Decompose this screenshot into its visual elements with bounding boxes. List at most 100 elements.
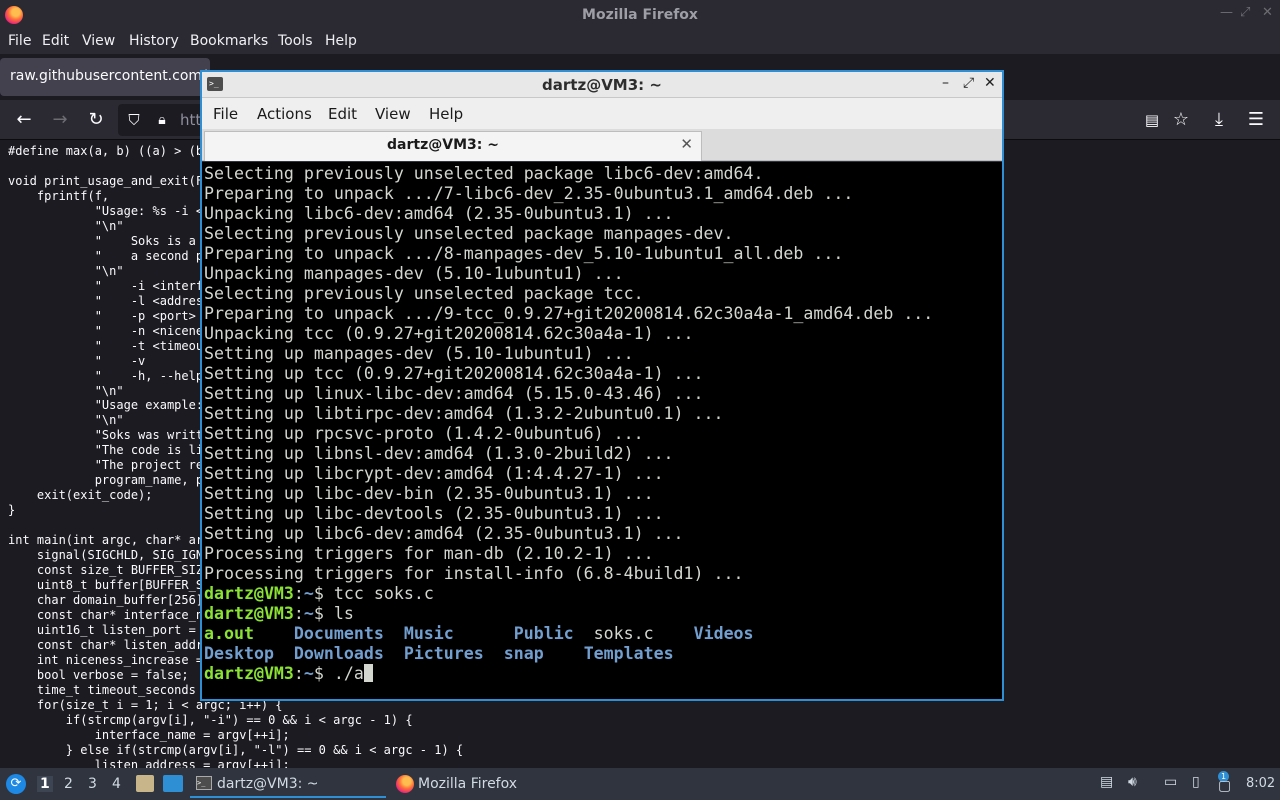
terminal-output: Selecting previously unselected package … <box>204 164 933 684</box>
ls-entry: a.out <box>204 624 254 643</box>
menu-edit[interactable]: Edit <box>328 105 357 123</box>
terminal-window: >_ dartz@VM3: ~ – ⤢ ✕ File Actions Edit … <box>200 70 1004 701</box>
code-line: listen_address = argv[++i]; <box>8 757 290 768</box>
terminal-screen[interactable]: Selecting previously unselected package … <box>202 162 1002 699</box>
terminal-output-line: Setting up linux-libc-dev:amd64 (5.15.0-… <box>204 384 704 403</box>
menu-edit[interactable]: Edit <box>42 33 69 49</box>
taskbar-task-label: dartz@VM3: ~ <box>217 776 319 792</box>
ls-entry: Templates <box>583 644 674 663</box>
prompt-user-host: dartz@VM3 <box>204 664 294 683</box>
terminal-output-line: Selecting previously unselected package … <box>204 164 764 183</box>
menu-help[interactable]: Help <box>429 105 463 123</box>
menu-actions[interactable]: Actions <box>257 105 312 123</box>
terminal-window-title: dartz@VM3: ~ <box>542 76 662 94</box>
updates-icon[interactable]: ▢ <box>1218 778 1231 794</box>
menu-history[interactable]: History <box>129 33 179 49</box>
terminal-output-line: Setting up libcrypt-dev:amd64 (1:4.4.27-… <box>204 464 664 483</box>
ls-entry: Downloads <box>293 644 384 663</box>
volume-icon[interactable]: 🔊︎ <box>1128 774 1137 790</box>
tab-close-icon[interactable]: ✕ <box>680 135 693 153</box>
forward-icon[interactable]: → <box>48 108 72 132</box>
url-text: htt <box>180 111 202 129</box>
bookmark-star-icon[interactable]: ☆ <box>1169 108 1193 132</box>
menu-file[interactable]: File <box>8 33 31 49</box>
terminal-output-line: Unpacking libc6-dev:amd64 (2.35-0ubuntu3… <box>204 204 674 223</box>
ls-entry: Documents <box>293 624 384 643</box>
menu-view[interactable]: View <box>375 105 411 123</box>
menu-tools[interactable]: Tools <box>278 33 313 49</box>
terminal-output-line: Preparing to unpack .../9-tcc_0.9.27+git… <box>204 304 934 323</box>
ls-output-row: Desktop Downloads Pictures snap Template… <box>204 644 933 664</box>
terminal-output-line: Processing triggers for man-db (2.10.2-1… <box>204 544 654 563</box>
terminal-output-line: Unpacking manpages-dev (5.10-1ubuntu1) .… <box>204 264 624 283</box>
tracking-shield-icon[interactable]: ⛉ <box>122 108 146 132</box>
minimize-icon[interactable]: – <box>942 75 949 91</box>
workspace-2[interactable]: 2 <box>64 776 73 792</box>
terminal-output-line: Setting up tcc (0.9.27+git20200814.62c30… <box>204 364 704 383</box>
menu-bookmarks[interactable]: Bookmarks <box>190 33 268 49</box>
terminal-output-line: Processing triggers for install-info (6.… <box>204 564 744 583</box>
minimize-icon[interactable]: — <box>1220 5 1233 20</box>
firefox-titlebar: Mozilla Firefox — ⤢ ✕ <box>0 0 1280 30</box>
terminal-output-line: Setting up libc6-dev:amd64 (2.35-0ubuntu… <box>204 524 684 543</box>
reader-view-icon[interactable]: ▤ <box>1140 108 1164 132</box>
ls-entry: Music <box>403 624 454 643</box>
terminal-icon: >_ <box>196 776 212 790</box>
taskbar-task-terminal[interactable]: >_ dartz@VM3: ~ <box>190 770 386 798</box>
maximize-icon[interactable]: ⤢ <box>1240 5 1250 20</box>
terminal-tab-label: dartz@VM3: ~ <box>387 137 499 153</box>
prompt-user-host: dartz@VM3 <box>204 584 294 603</box>
terminal-output-line: Preparing to unpack .../7-libc6-dev_2.35… <box>204 184 854 203</box>
browser-tab[interactable]: raw.githubusercontent.com/ <box>0 58 210 96</box>
prompt-command: ./a <box>333 664 364 683</box>
ls-entry: Pictures <box>403 644 484 663</box>
code-line: interface_name = argv[++i]; <box>8 727 290 742</box>
maximize-icon[interactable]: ⤢ <box>963 75 974 91</box>
ls-entry: snap <box>503 644 544 663</box>
menu-view[interactable]: View <box>82 33 115 49</box>
terminal-output-line: Setting up rpcsvc-proto (1.4.2-0ubuntu6)… <box>204 424 644 443</box>
taskbar-task-firefox[interactable]: Mozilla Firefox <box>392 770 552 798</box>
code-line: } else if(strcmp(argv[i], "-l") == 0 && … <box>8 742 464 757</box>
prompt-colon: : <box>293 604 304 623</box>
app-menu-icon[interactable]: ☰ <box>1244 108 1268 132</box>
terminal-output-line: Selecting previously unselected package … <box>204 284 644 303</box>
workspace-4[interactable]: 4 <box>112 776 121 792</box>
workspace-1[interactable]: 1 <box>37 776 53 792</box>
taskbar-task-label: Mozilla Firefox <box>418 776 518 792</box>
terminal-titlebar[interactable]: >_ dartz@VM3: ~ – ⤢ ✕ <box>202 72 1002 98</box>
menu-help[interactable]: Help <box>325 33 357 49</box>
clipboard-icon[interactable]: ▤ <box>1100 774 1113 790</box>
terminal-output-line: Setting up libc-dev-bin (2.35-0ubuntu3.1… <box>204 484 654 503</box>
downloads-icon[interactable]: ⤓ <box>1207 108 1231 132</box>
terminal-output-line: Setting up manpages-dev (5.10-1ubuntu1) … <box>204 344 634 363</box>
show-desktop-icon[interactable] <box>163 775 183 792</box>
prompt-dollar: $ <box>313 664 334 683</box>
close-icon[interactable]: ✕ <box>984 75 996 91</box>
ls-entry: soks.c <box>593 624 654 643</box>
taskbar: ⟳ 1 2 3 4 >_ dartz@VM3: ~ Mozilla Firefo… <box>0 768 1280 800</box>
terminal-prompt-line: dartz@VM3:~$ ls <box>204 604 933 624</box>
prompt-colon: : <box>293 584 304 603</box>
prompt-dollar: $ <box>313 584 334 603</box>
start-menu-icon[interactable]: ⟳ <box>6 774 26 794</box>
close-icon[interactable]: ✕ <box>1262 5 1273 20</box>
lock-icon[interactable]: 🔒︎ <box>150 108 174 132</box>
firefox-icon <box>396 775 414 793</box>
terminal-output-line: Selecting previously unselected package … <box>204 224 734 243</box>
back-icon[interactable]: ← <box>12 108 36 132</box>
menu-file[interactable]: File <box>213 105 238 123</box>
file-manager-icon[interactable] <box>136 775 154 792</box>
notes-icon[interactable]: ▯ <box>1192 774 1200 790</box>
network-icon[interactable]: ▭ <box>1164 774 1177 790</box>
reload-icon[interactable]: ↻ <box>84 108 108 132</box>
terminal-menubar: File Actions Edit View Help <box>202 98 1002 129</box>
clock[interactable]: 8:02 <box>1246 776 1275 791</box>
terminal-tab[interactable]: dartz@VM3: ~ ✕ <box>204 131 702 161</box>
workspace-3[interactable]: 3 <box>88 776 97 792</box>
prompt-path: ~ <box>303 664 314 683</box>
prompt-dollar: $ <box>313 604 334 623</box>
prompt-colon: : <box>293 664 304 683</box>
firefox-window-title: Mozilla Firefox <box>582 7 698 23</box>
prompt-command: tcc soks.c <box>333 584 434 603</box>
